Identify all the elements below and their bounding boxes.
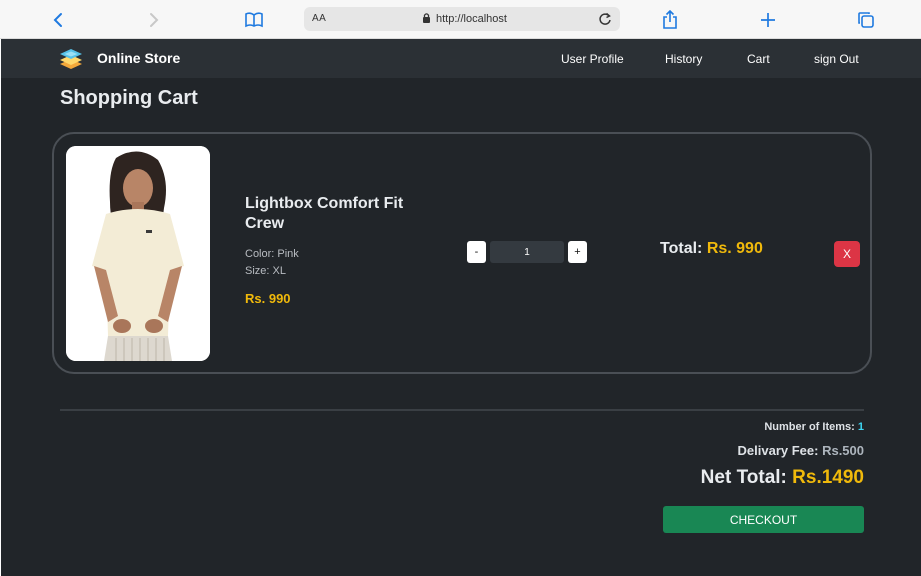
nav-history[interactable]: History xyxy=(665,52,702,66)
navbar: Online Store User Profile History Cart s… xyxy=(1,39,921,78)
layers-logo-icon[interactable] xyxy=(58,47,84,71)
line-total: Total: Rs. 990 xyxy=(660,240,763,258)
url-text: http://localhost xyxy=(436,13,507,25)
delivery-fee-label: Delivary Fee: xyxy=(737,443,819,458)
page-title: Shopping Cart xyxy=(60,87,198,109)
product-image xyxy=(66,146,210,361)
address-bar[interactable]: AA http://localhost xyxy=(304,7,620,31)
net-total-label: Net Total: xyxy=(700,467,787,488)
app-window: Online Store User Profile History Cart s… xyxy=(1,39,921,576)
line-total-value: Rs. 990 xyxy=(706,240,763,257)
book-icon[interactable] xyxy=(242,8,266,32)
checkout-button[interactable]: CHECKOUT xyxy=(663,506,864,533)
quantity-input[interactable]: 1 xyxy=(490,241,564,263)
items-count-value: 1 xyxy=(857,421,864,433)
remove-item-button[interactable]: X xyxy=(834,241,860,267)
product-price: Rs. 990 xyxy=(245,291,291,306)
product-size: Size: XL xyxy=(245,265,286,277)
reader-aa-button[interactable]: AA xyxy=(312,13,326,24)
net-total-row: Net Total: Rs.1490 xyxy=(701,467,864,489)
share-icon[interactable] xyxy=(658,8,682,32)
chevron-right-icon[interactable] xyxy=(142,8,166,32)
browser-toolbar: AA http://localhost xyxy=(0,0,921,39)
delivery-fee-value: Rs.500 xyxy=(822,443,864,458)
nav-cart[interactable]: Cart xyxy=(747,52,770,66)
qty-increment-button[interactable]: + xyxy=(568,241,587,263)
delivery-fee-row: Delivary Fee: Rs.500 xyxy=(738,443,864,458)
net-total-value: Rs.1490 xyxy=(792,467,864,488)
cart-item-card: Lightbox Comfort Fit Crew Color: Pink Si… xyxy=(52,132,872,374)
nav-user-profile[interactable]: User Profile xyxy=(561,52,624,66)
reload-icon[interactable] xyxy=(596,10,614,28)
plus-icon[interactable] xyxy=(756,8,780,32)
nav-sign-out[interactable]: sign Out xyxy=(814,52,859,66)
items-count-label: Number of Items: xyxy=(764,421,855,433)
items-count-row: Number of Items: 1 xyxy=(764,421,864,433)
product-name[interactable]: Lightbox Comfort Fit Crew xyxy=(245,194,405,234)
divider xyxy=(60,409,864,411)
lock-icon xyxy=(422,12,431,26)
chevron-left-icon[interactable] xyxy=(46,8,70,32)
line-total-label: Total: xyxy=(660,240,703,257)
product-color: Color: Pink xyxy=(245,248,299,260)
brand-name[interactable]: Online Store xyxy=(97,50,180,66)
tabs-icon[interactable] xyxy=(854,8,878,32)
qty-decrement-button[interactable]: - xyxy=(467,241,486,263)
